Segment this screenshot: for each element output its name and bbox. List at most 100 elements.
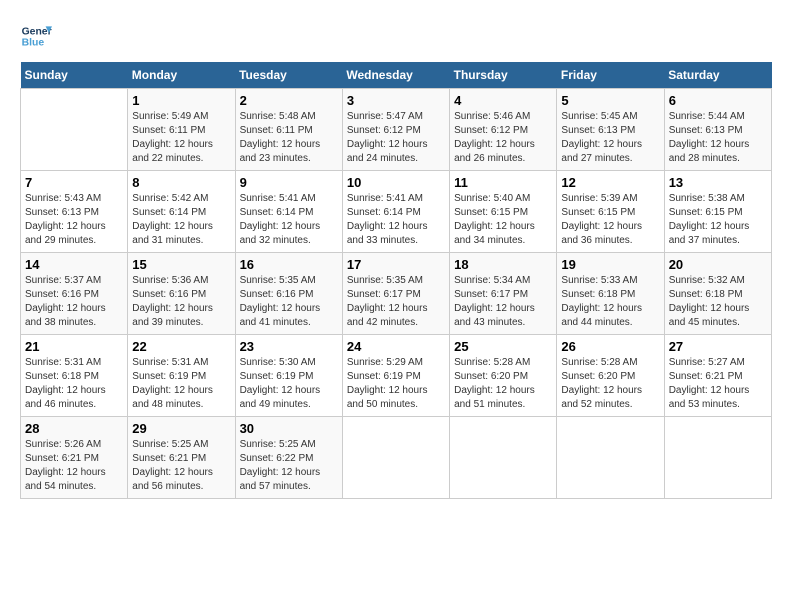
day-cell: 3 Sunrise: 5:47 AM Sunset: 6:12 PM Daylig… — [342, 89, 449, 171]
day-number: 30 — [240, 421, 338, 436]
day-number: 19 — [561, 257, 659, 272]
day-cell: 14 Sunrise: 5:37 AM Sunset: 6:16 PM Dayli… — [21, 253, 128, 335]
header-cell-monday: Monday — [128, 62, 235, 89]
day-info: Sunrise: 5:34 AM Sunset: 6:17 PM Dayligh… — [454, 274, 552, 330]
day-number: 25 — [454, 339, 552, 354]
day-cell: 28 Sunrise: 5:26 AM Sunset: 6:21 PM Dayli… — [21, 417, 128, 499]
header-row: SundayMondayTuesdayWednesdayThursdayFrid… — [21, 62, 772, 89]
day-cell — [21, 89, 128, 171]
header-cell-friday: Friday — [557, 62, 664, 89]
day-number: 5 — [561, 93, 659, 108]
day-info: Sunrise: 5:43 AM Sunset: 6:13 PM Dayligh… — [25, 192, 123, 248]
day-info: Sunrise: 5:31 AM Sunset: 6:18 PM Dayligh… — [25, 356, 123, 412]
day-number: 9 — [240, 175, 338, 190]
calendar-table: SundayMondayTuesdayWednesdayThursdayFrid… — [20, 62, 772, 499]
day-cell: 9 Sunrise: 5:41 AM Sunset: 6:14 PM Daylig… — [235, 171, 342, 253]
day-cell: 27Sunrise: 5:27 AM Sunset: 6:21 PM Dayli… — [664, 335, 771, 417]
day-info: Sunrise: 5:35 AM Sunset: 6:17 PM Dayligh… — [347, 274, 445, 330]
day-info: Sunrise: 5:40 AM Sunset: 6:15 PM Dayligh… — [454, 192, 552, 248]
day-cell — [664, 417, 771, 499]
day-cell: 20 Sunrise: 5:32 AM Sunset: 6:18 PM Dayli… — [664, 253, 771, 335]
day-cell: 26 Sunrise: 5:28 AM Sunset: 6:20 PM Dayli… — [557, 335, 664, 417]
day-info: Sunrise: 5:25 AM Sunset: 6:22 PM Dayligh… — [240, 438, 338, 494]
day-number: 8 — [132, 175, 230, 190]
svg-text:Blue: Blue — [22, 38, 45, 49]
day-number: 13 — [669, 175, 767, 190]
day-info: Sunrise: 5:30 AM Sunset: 6:19 PM Dayligh… — [240, 356, 338, 412]
day-info: Sunrise: 5:46 AM Sunset: 6:12 PM Dayligh… — [454, 110, 552, 166]
day-cell: 13 Sunrise: 5:38 AM Sunset: 6:15 PM Dayli… — [664, 171, 771, 253]
day-info: Sunrise: 5:48 AM Sunset: 6:11 PM Dayligh… — [240, 110, 338, 166]
day-number: 1 — [132, 93, 230, 108]
day-info: Sunrise: 5:44 AM Sunset: 6:13 PM Dayligh… — [669, 110, 767, 166]
day-number: 10 — [347, 175, 445, 190]
day-cell — [342, 417, 449, 499]
day-number: 23 — [240, 339, 338, 354]
header-cell-wednesday: Wednesday — [342, 62, 449, 89]
calendar-body: 1 Sunrise: 5:49 AM Sunset: 6:11 PM Daylig… — [21, 89, 772, 499]
day-info: Sunrise: 5:27 AM Sunset: 6:21 PM Dayligh… — [669, 356, 767, 412]
day-number: 6 — [669, 93, 767, 108]
day-info: Sunrise: 5:26 AM Sunset: 6:21 PM Dayligh… — [25, 438, 123, 494]
day-cell: 18 Sunrise: 5:34 AM Sunset: 6:17 PM Dayli… — [450, 253, 557, 335]
header-cell-sunday: Sunday — [21, 62, 128, 89]
week-row-1: 1 Sunrise: 5:49 AM Sunset: 6:11 PM Daylig… — [21, 89, 772, 171]
day-cell: 8 Sunrise: 5:42 AM Sunset: 6:14 PM Daylig… — [128, 171, 235, 253]
day-info: Sunrise: 5:49 AM Sunset: 6:11 PM Dayligh… — [132, 110, 230, 166]
calendar-header: SundayMondayTuesdayWednesdayThursdayFrid… — [21, 62, 772, 89]
day-cell: 1 Sunrise: 5:49 AM Sunset: 6:11 PM Daylig… — [128, 89, 235, 171]
week-row-2: 7 Sunrise: 5:43 AM Sunset: 6:13 PM Daylig… — [21, 171, 772, 253]
day-cell: 4 Sunrise: 5:46 AM Sunset: 6:12 PM Daylig… — [450, 89, 557, 171]
day-info: Sunrise: 5:42 AM Sunset: 6:14 PM Dayligh… — [132, 192, 230, 248]
day-info: Sunrise: 5:33 AM Sunset: 6:18 PM Dayligh… — [561, 274, 659, 330]
day-number: 3 — [347, 93, 445, 108]
day-number: 20 — [669, 257, 767, 272]
day-cell: 11 Sunrise: 5:40 AM Sunset: 6:15 PM Dayli… — [450, 171, 557, 253]
day-cell: 7 Sunrise: 5:43 AM Sunset: 6:13 PM Daylig… — [21, 171, 128, 253]
day-cell: 12 Sunrise: 5:39 AM Sunset: 6:15 PM Dayli… — [557, 171, 664, 253]
week-row-5: 28 Sunrise: 5:26 AM Sunset: 6:21 PM Dayli… — [21, 417, 772, 499]
week-row-3: 14 Sunrise: 5:37 AM Sunset: 6:16 PM Dayli… — [21, 253, 772, 335]
day-number: 26 — [561, 339, 659, 354]
day-number: 17 — [347, 257, 445, 272]
day-cell: 29 Sunrise: 5:25 AM Sunset: 6:21 PM Dayli… — [128, 417, 235, 499]
day-info: Sunrise: 5:41 AM Sunset: 6:14 PM Dayligh… — [240, 192, 338, 248]
day-number: 2 — [240, 93, 338, 108]
day-number: 18 — [454, 257, 552, 272]
day-cell — [450, 417, 557, 499]
day-cell: 30 Sunrise: 5:25 AM Sunset: 6:22 PM Dayli… — [235, 417, 342, 499]
header: General Blue — [20, 20, 772, 52]
day-cell: 22Sunrise: 5:31 AM Sunset: 6:19 PM Dayli… — [128, 335, 235, 417]
day-info: Sunrise: 5:39 AM Sunset: 6:15 PM Dayligh… — [561, 192, 659, 248]
day-info: Sunrise: 5:38 AM Sunset: 6:15 PM Dayligh… — [669, 192, 767, 248]
day-number: 15 — [132, 257, 230, 272]
day-number: 16 — [240, 257, 338, 272]
day-number: 7 — [25, 175, 123, 190]
day-number: 14 — [25, 257, 123, 272]
day-info: Sunrise: 5:37 AM Sunset: 6:16 PM Dayligh… — [25, 274, 123, 330]
day-number: 28 — [25, 421, 123, 436]
day-number: 4 — [454, 93, 552, 108]
day-info: Sunrise: 5:36 AM Sunset: 6:16 PM Dayligh… — [132, 274, 230, 330]
day-cell: 21Sunrise: 5:31 AM Sunset: 6:18 PM Dayli… — [21, 335, 128, 417]
day-cell: 6 Sunrise: 5:44 AM Sunset: 6:13 PM Daylig… — [664, 89, 771, 171]
day-info: Sunrise: 5:28 AM Sunset: 6:20 PM Dayligh… — [561, 356, 659, 412]
day-info: Sunrise: 5:32 AM Sunset: 6:18 PM Dayligh… — [669, 274, 767, 330]
day-number: 12 — [561, 175, 659, 190]
day-info: Sunrise: 5:47 AM Sunset: 6:12 PM Dayligh… — [347, 110, 445, 166]
day-info: Sunrise: 5:28 AM Sunset: 6:20 PM Dayligh… — [454, 356, 552, 412]
day-cell: 19 Sunrise: 5:33 AM Sunset: 6:18 PM Dayli… — [557, 253, 664, 335]
day-info: Sunrise: 5:45 AM Sunset: 6:13 PM Dayligh… — [561, 110, 659, 166]
day-cell: 23 Sunrise: 5:30 AM Sunset: 6:19 PM Dayli… — [235, 335, 342, 417]
day-info: Sunrise: 5:31 AM Sunset: 6:19 PM Dayligh… — [132, 356, 230, 412]
day-number: 29 — [132, 421, 230, 436]
header-cell-thursday: Thursday — [450, 62, 557, 89]
day-info: Sunrise: 5:29 AM Sunset: 6:19 PM Dayligh… — [347, 356, 445, 412]
day-cell: 2 Sunrise: 5:48 AM Sunset: 6:11 PM Daylig… — [235, 89, 342, 171]
logo-icon: General Blue — [20, 20, 52, 52]
day-cell: 10Sunrise: 5:41 AM Sunset: 6:14 PM Dayli… — [342, 171, 449, 253]
day-info: Sunrise: 5:25 AM Sunset: 6:21 PM Dayligh… — [132, 438, 230, 494]
day-cell: 17 Sunrise: 5:35 AM Sunset: 6:17 PM Dayli… — [342, 253, 449, 335]
day-number: 11 — [454, 175, 552, 190]
day-info: Sunrise: 5:35 AM Sunset: 6:16 PM Dayligh… — [240, 274, 338, 330]
